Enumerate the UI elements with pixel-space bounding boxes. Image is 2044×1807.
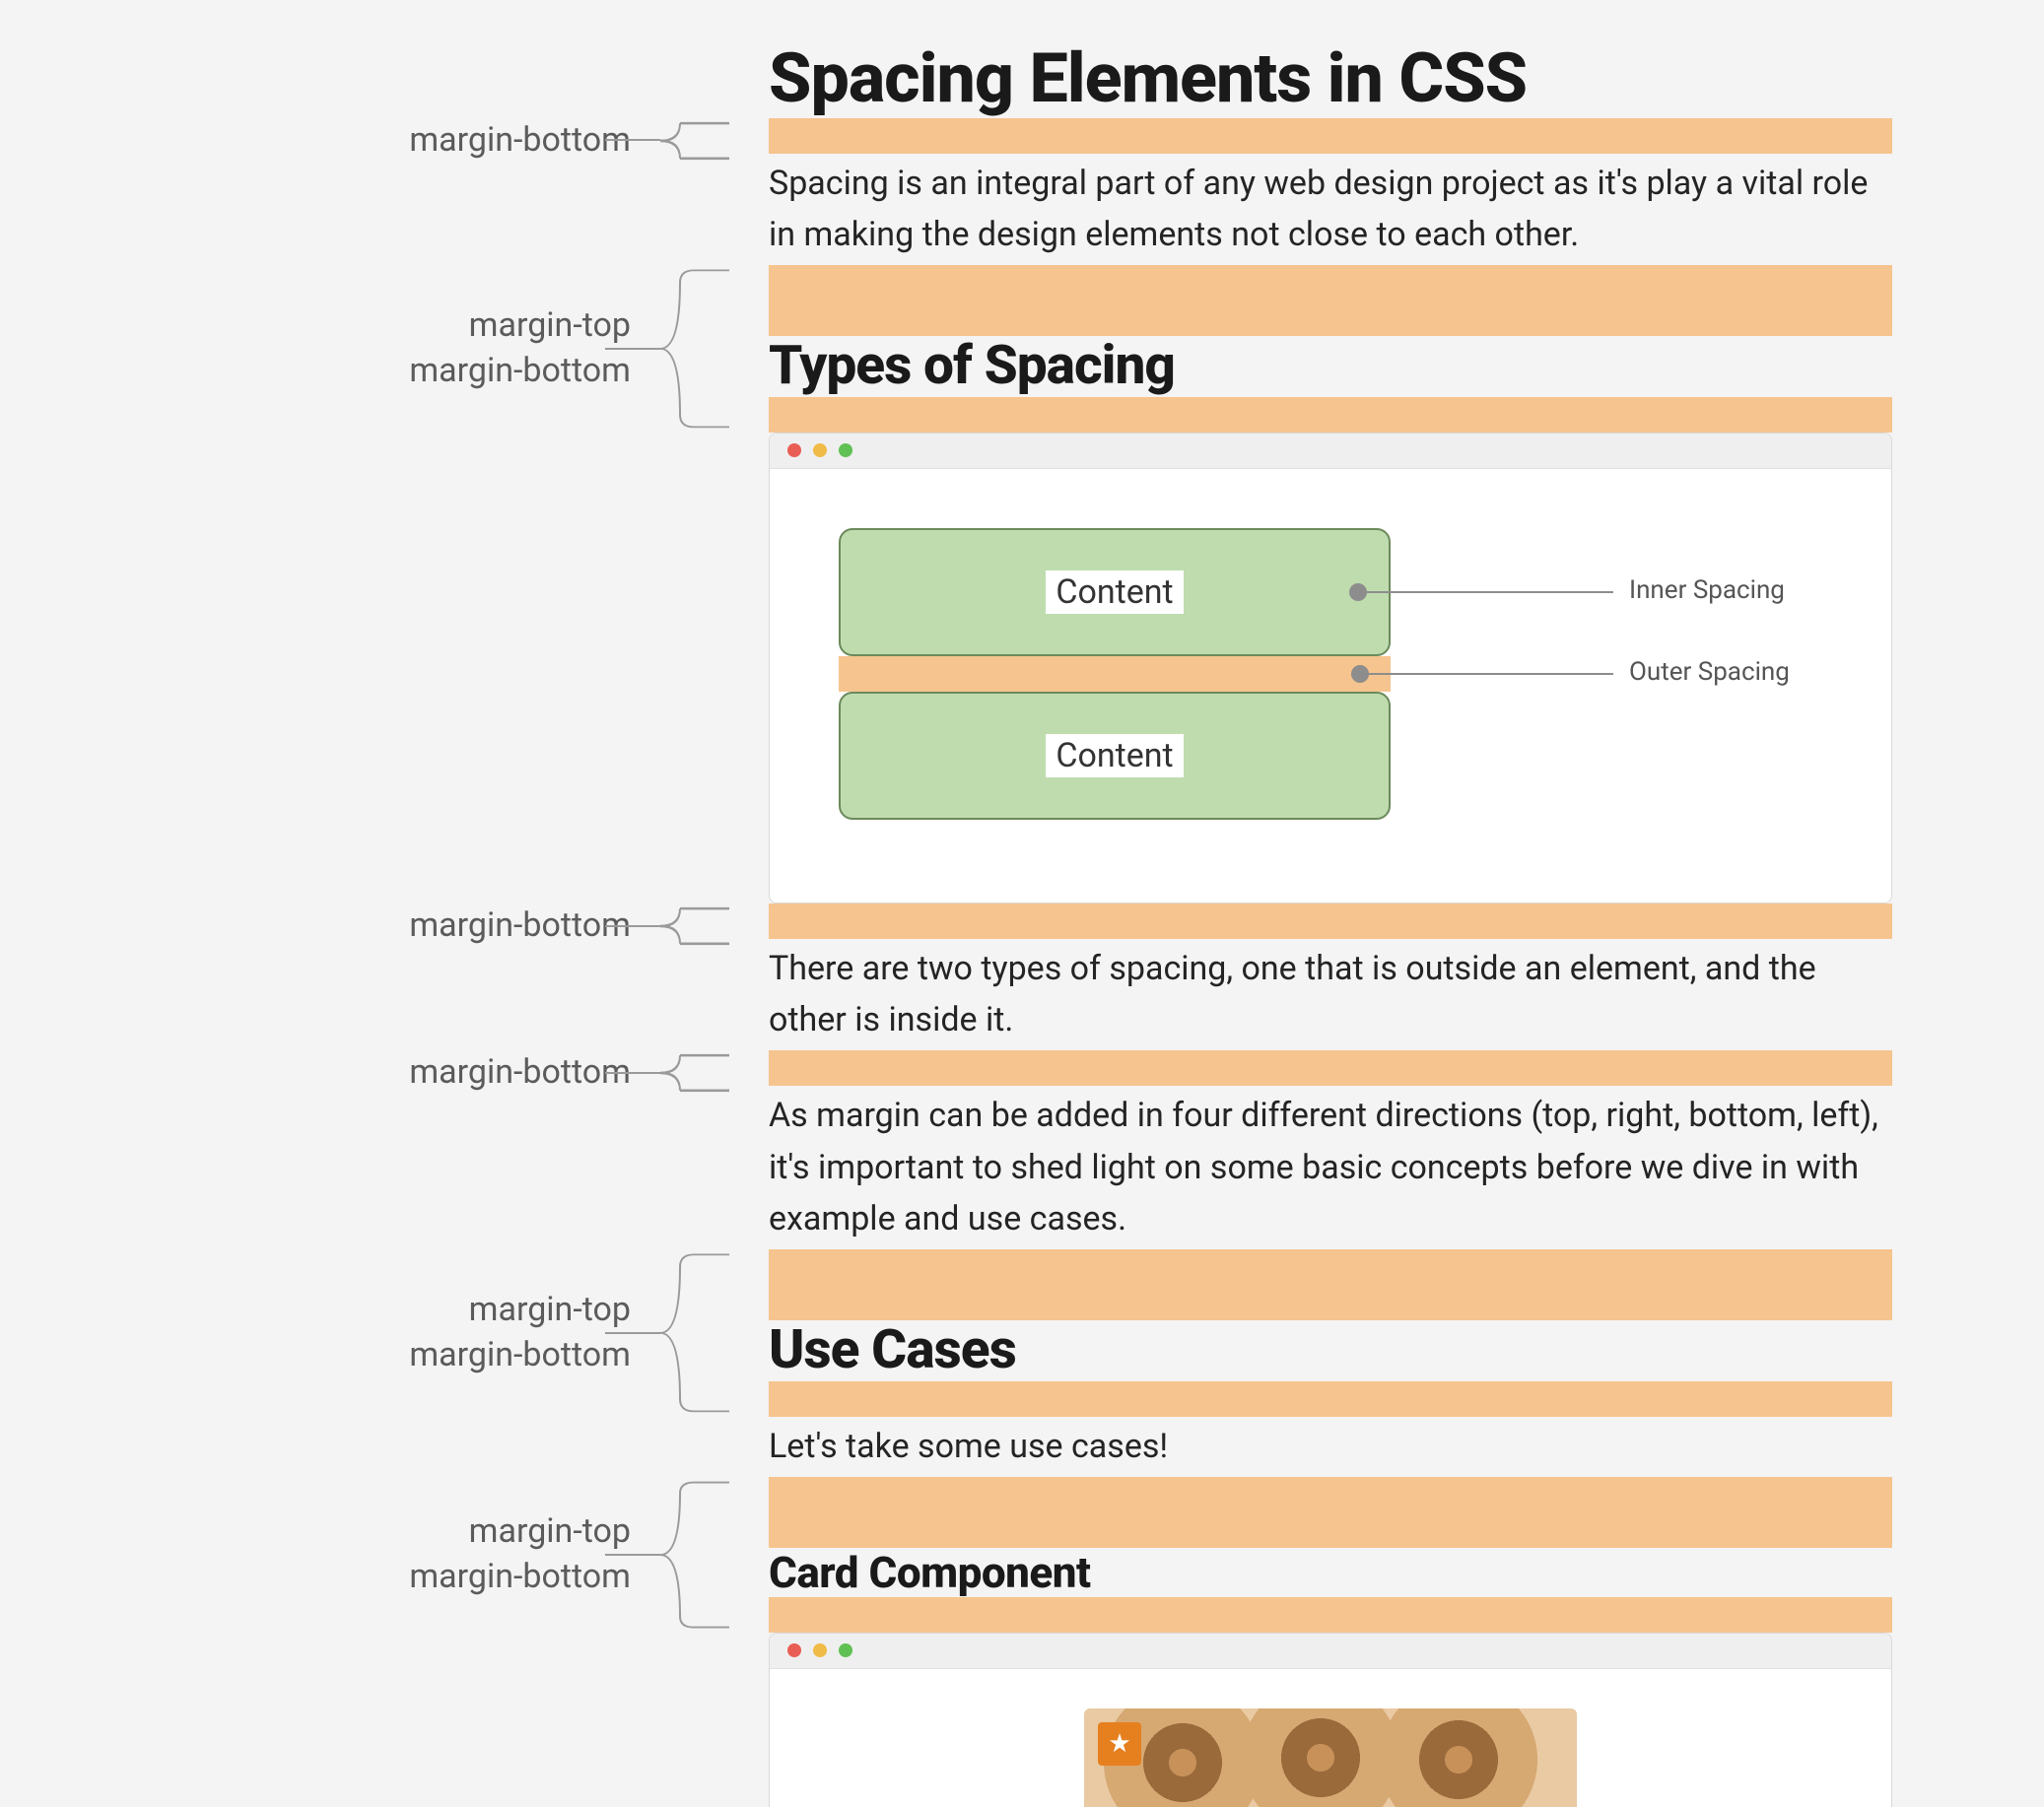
window-minimize-icon	[813, 1643, 827, 1657]
annotation-connector	[605, 1332, 660, 1334]
margin-highlight	[769, 904, 1892, 939]
callout-line	[1357, 591, 1613, 593]
content-box: Content	[839, 692, 1391, 820]
paragraph: There are two types of spacing, one that…	[769, 939, 1892, 1050]
margin-highlight	[769, 1381, 1892, 1417]
annotation-label: margin-bottom	[409, 349, 631, 394]
card-image: ★	[1084, 1708, 1577, 1807]
window-minimize-icon	[813, 443, 827, 457]
bracket-icon	[660, 1477, 729, 1633]
star-icon: ★	[1108, 1729, 1130, 1759]
bracket-icon	[660, 265, 729, 433]
margin-highlight	[769, 1050, 1892, 1086]
window-close-icon	[787, 1643, 801, 1657]
annotation-connector	[605, 139, 660, 141]
heading-types-of-spacing: Types of Spacing	[769, 336, 1892, 397]
window-titlebar	[770, 1634, 1891, 1669]
annotation-label: margin-top	[409, 303, 631, 349]
paragraph: Spacing is an integral part of any web d…	[769, 154, 1892, 265]
callout-label-outer: Outer Spacing	[1629, 657, 1790, 687]
star-badge: ★	[1098, 1722, 1141, 1766]
margin-highlight	[769, 265, 1892, 336]
content-box-label: Content	[1046, 570, 1183, 614]
content-box: Content	[839, 528, 1391, 656]
window-close-icon	[787, 443, 801, 457]
annotation-label: margin-top	[409, 1288, 631, 1333]
annotation-connector	[605, 1554, 660, 1556]
heading-card-component: Card Component	[769, 1548, 1892, 1597]
margin-highlight	[769, 397, 1892, 433]
annotation-connector	[605, 1072, 660, 1074]
browser-window-mock: ★	[769, 1633, 1892, 1807]
content-box-label: Content	[1046, 734, 1183, 777]
outer-spacing-bar	[839, 656, 1391, 692]
window-zoom-icon	[839, 1643, 852, 1657]
annotation-connector	[605, 348, 660, 350]
browser-window-mock: Content Content Inner Spacing Outer Spac…	[769, 433, 1892, 904]
window-zoom-icon	[839, 443, 852, 457]
callout-label-inner: Inner Spacing	[1629, 575, 1785, 605]
margin-highlight	[769, 1597, 1892, 1633]
callout-line	[1357, 673, 1613, 675]
heading-use-cases: Use Cases	[769, 1320, 1892, 1381]
annotation-label: margin-bottom	[409, 1333, 631, 1378]
article-title: Spacing Elements in CSS	[769, 39, 1892, 118]
margin-highlight	[769, 118, 1892, 154]
annotation-label: margin-bottom	[409, 1555, 631, 1600]
paragraph: Let's take some use cases!	[769, 1417, 1892, 1477]
margin-highlight	[769, 1249, 1892, 1320]
annotation-connector	[605, 925, 660, 927]
bracket-icon	[660, 1249, 729, 1417]
margin-highlight	[769, 1477, 1892, 1548]
window-titlebar	[770, 434, 1891, 469]
annotation-label: margin-top	[409, 1509, 631, 1555]
paragraph: As margin can be added in four different…	[769, 1086, 1892, 1249]
